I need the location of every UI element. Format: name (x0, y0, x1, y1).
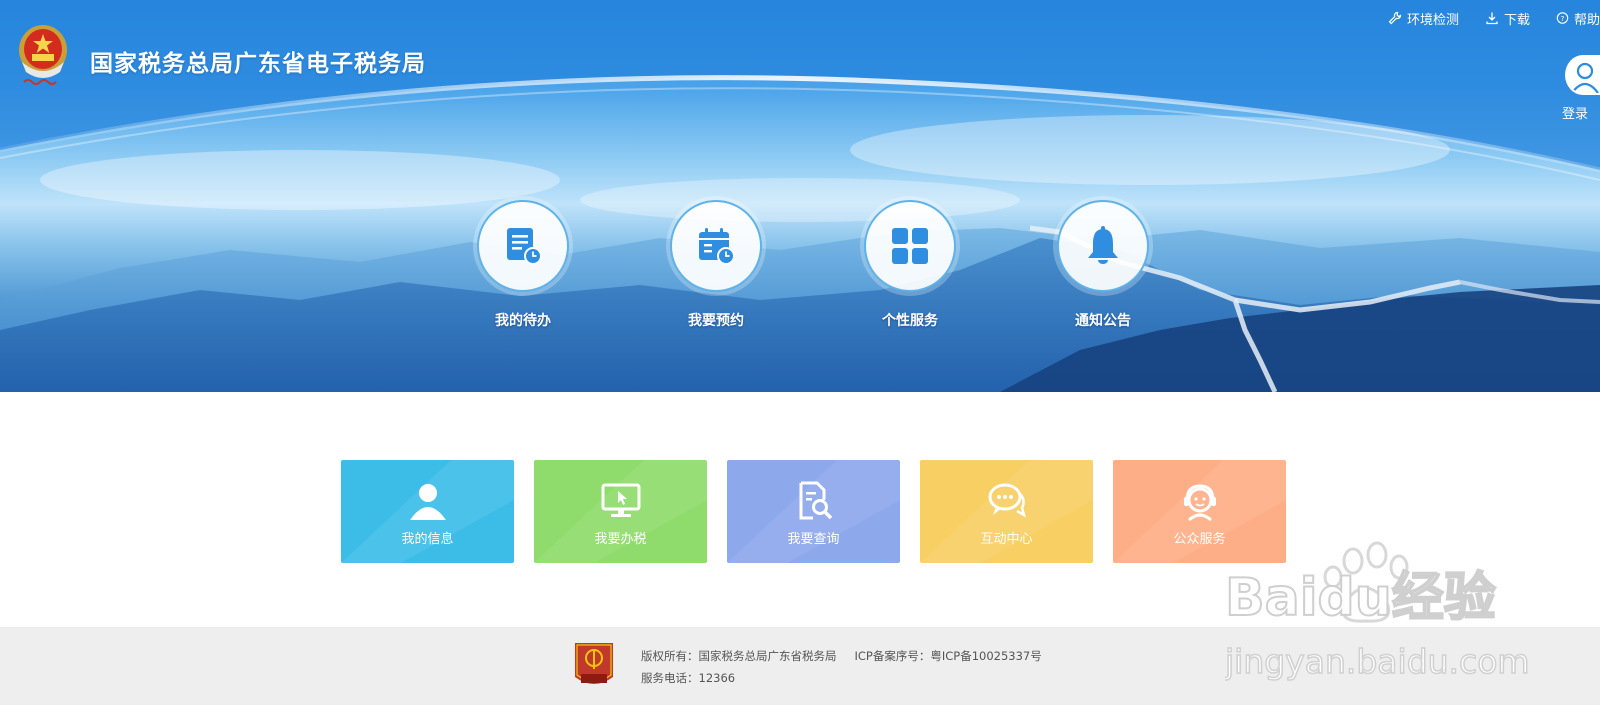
document-search-icon (799, 481, 832, 520)
card-label: 我的信息 (401, 532, 454, 547)
baidu-jingyan-watermark: Baidu经验 jingyan.baidu.com (1225, 541, 1530, 682)
user-icon (409, 484, 446, 520)
chat-bubbles-icon (988, 483, 1026, 518)
feature-label: 我要预约 (688, 313, 744, 329)
government-badge-icon (575, 643, 613, 684)
calendar-clock-icon (699, 228, 735, 265)
footer-copyright: 版权所有：国家税务总局广东省税务局 (641, 649, 837, 663)
hero-banner: 环境检测 下载 ? 帮助 国家税务总局广东省电子税务局 登录 我的待办 我要预约… (0, 0, 1600, 392)
card-label: 互动中心 (980, 532, 1033, 547)
card-interaction[interactable]: 互动中心 (920, 460, 1093, 563)
watermark-brand: Baidu经验 (1225, 568, 1496, 628)
env-check-label: 环境检测 (1406, 12, 1459, 28)
feature-appointment[interactable]: 我要预约 (651, 200, 781, 330)
footer-info: 版权所有：国家税务总局广东省税务局 ICP备案序号：粤ICP备10025337号 … (641, 645, 1042, 689)
card-my-info[interactable]: 我的信息 (341, 460, 514, 563)
service-cards: 我的信息 我要办税 我要查询 互动中心 公众服务 (341, 460, 1286, 563)
feature-circle (670, 200, 762, 292)
feature-label: 我的待办 (495, 313, 551, 329)
feature-circle (477, 200, 569, 292)
card-label: 我要查询 (787, 532, 840, 547)
feature-label: 个性服务 (882, 313, 938, 329)
login-label: 登录 (1562, 107, 1589, 122)
tax-emblem-logo[interactable] (14, 22, 72, 96)
watermark-url: jingyan.baidu.com (1225, 642, 1530, 681)
feature-circle (1057, 200, 1149, 292)
card-handle-tax[interactable]: 我要办税 (534, 460, 707, 563)
feature-my-todo[interactable]: 我的待办 (458, 200, 588, 330)
feature-circle (864, 200, 956, 292)
bell-icon (1088, 226, 1118, 264)
monitor-cursor-icon (601, 483, 640, 517)
site-title: 国家税务总局广东省电子税务局 (90, 51, 426, 77)
top-toolbar: 环境检测 下载 ? 帮助 (1388, 8, 1600, 28)
help-link[interactable]: ? 帮助 (1556, 9, 1600, 28)
login-button[interactable]: 登录 (1560, 55, 1600, 125)
login-avatar (1565, 55, 1600, 95)
wrench-icon (1388, 11, 1402, 25)
download-label: 下载 (1503, 12, 1530, 28)
download-link[interactable]: 下载 (1485, 9, 1530, 28)
party-government-badge[interactable] (573, 641, 615, 691)
customer-service-icon (1183, 484, 1216, 522)
feature-label: 通知公告 (1075, 313, 1131, 329)
user-avatar-icon (1571, 62, 1599, 93)
feature-notice[interactable]: 通知公告 (1038, 200, 1168, 330)
national-emblem-icon (19, 25, 67, 85)
help-icon: ? (1556, 12, 1569, 24)
footer-phone: 服务电话：12366 (641, 671, 736, 685)
footer-icp[interactable]: ICP备案序号：粤ICP备10025337号 (855, 649, 1042, 663)
feature-personal-service[interactable]: 个性服务 (845, 200, 975, 330)
help-label: 帮助 (1573, 12, 1600, 28)
env-check-link[interactable]: 环境检测 (1388, 9, 1459, 28)
card-query[interactable]: 我要查询 (727, 460, 900, 563)
download-icon (1486, 12, 1498, 25)
card-label: 我要办税 (594, 532, 647, 547)
svg-text:?: ? (1561, 14, 1565, 23)
grid-icon (892, 228, 928, 264)
todo-list-clock-icon (507, 228, 542, 265)
